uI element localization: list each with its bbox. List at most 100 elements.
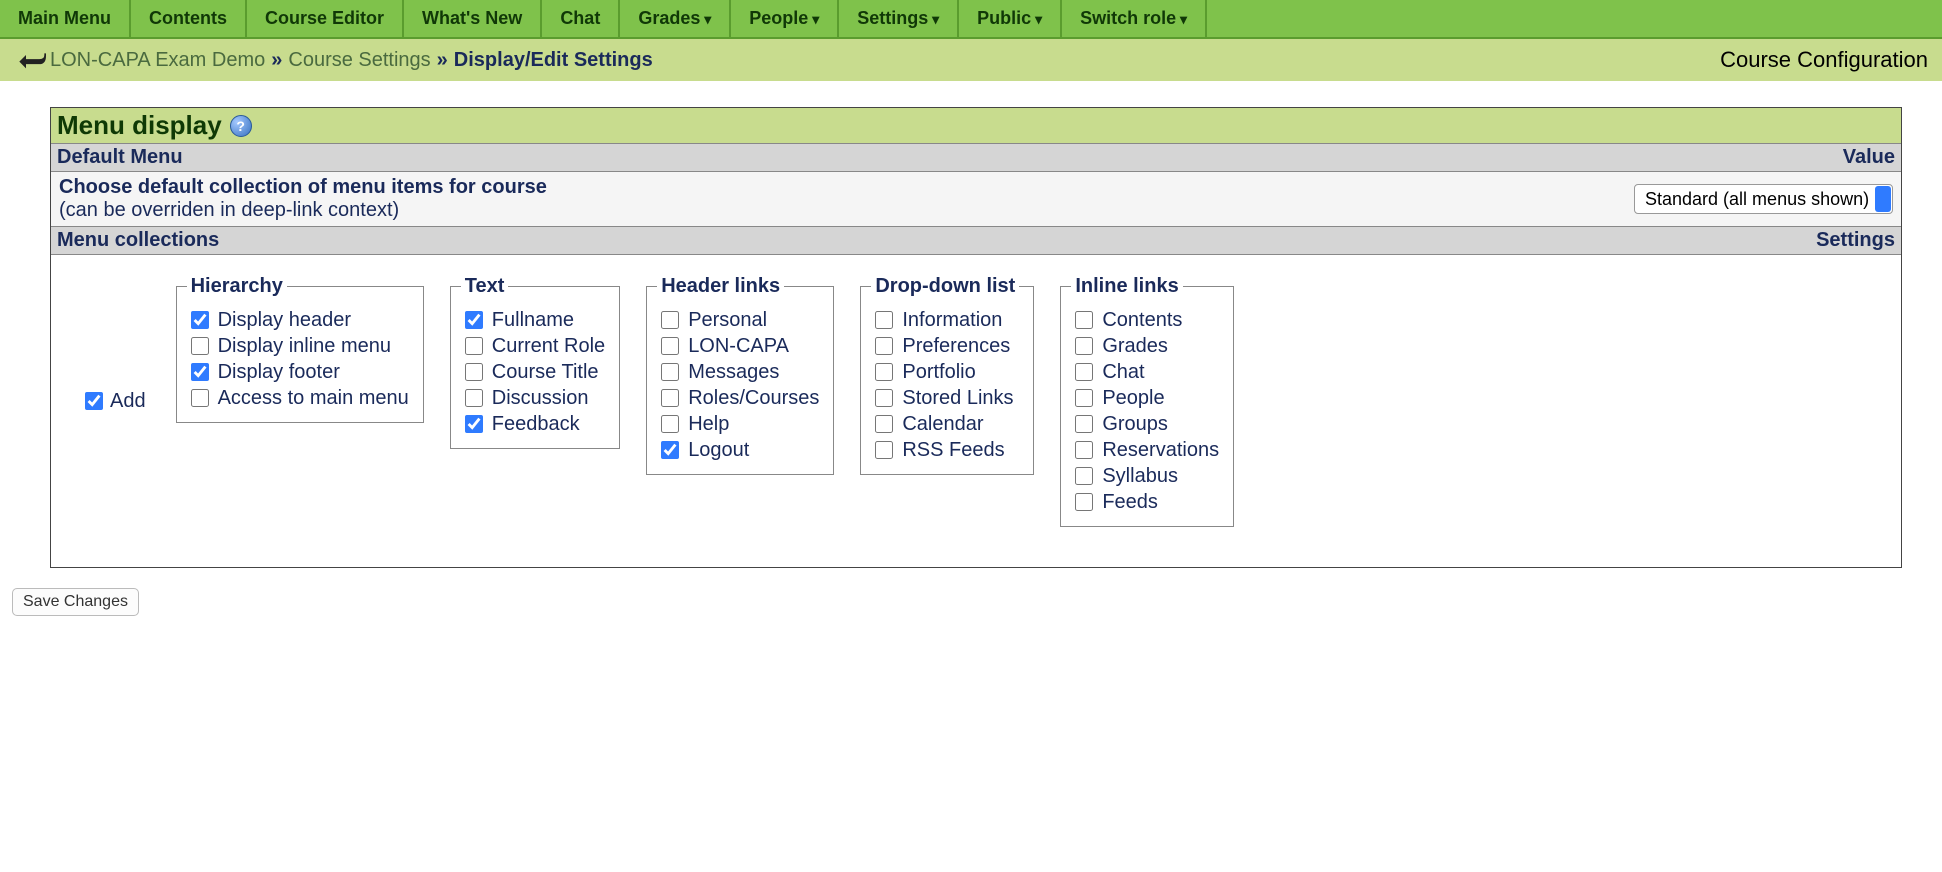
checkbox-row[interactable]: Grades bbox=[1071, 334, 1219, 358]
checkbox-help[interactable] bbox=[661, 415, 679, 433]
checkbox-row[interactable]: Feedback bbox=[461, 412, 605, 436]
checkbox-contents[interactable] bbox=[1075, 311, 1093, 329]
checkbox-row[interactable]: Stored Links bbox=[871, 386, 1019, 410]
checkbox-reservations[interactable] bbox=[1075, 441, 1093, 459]
checkbox-row[interactable]: Display header bbox=[187, 308, 409, 332]
add-checkbox[interactable] bbox=[85, 392, 103, 410]
checkbox-label: Chat bbox=[1102, 361, 1144, 384]
breadcrumb-link[interactable]: Course Settings bbox=[288, 49, 430, 71]
checkbox-syllabus[interactable] bbox=[1075, 467, 1093, 485]
checkbox-row[interactable]: Fullname bbox=[461, 308, 605, 332]
add-collection[interactable]: Add bbox=[71, 389, 156, 413]
checkbox-display-footer[interactable] bbox=[191, 363, 209, 381]
checkbox-people[interactable] bbox=[1075, 389, 1093, 407]
panel-title-row: Menu display ? bbox=[51, 108, 1901, 144]
checkbox-row[interactable]: Logout bbox=[657, 438, 819, 462]
checkbox-feedback[interactable] bbox=[465, 415, 483, 433]
default-menu-subdesc: (can be overriden in deep-link context) bbox=[59, 199, 547, 222]
menu-collections-header: Menu collections Settings bbox=[51, 227, 1901, 255]
checkbox-label: Portfolio bbox=[902, 361, 975, 384]
group-legend: Inline links bbox=[1071, 275, 1182, 298]
checkbox-roles-courses[interactable] bbox=[661, 389, 679, 407]
checkbox-row[interactable]: Discussion bbox=[461, 386, 605, 410]
checkbox-row[interactable]: Course Title bbox=[461, 360, 605, 384]
checkbox-access-to-main-menu[interactable] bbox=[191, 389, 209, 407]
menu-collections-header-right: Settings bbox=[1816, 229, 1895, 252]
checkbox-label: Access to main menu bbox=[218, 387, 409, 410]
nav-item-settings[interactable]: Settings bbox=[839, 0, 959, 37]
checkbox-fullname[interactable] bbox=[465, 311, 483, 329]
checkbox-current-role[interactable] bbox=[465, 337, 483, 355]
checkbox-label: LON-CAPA bbox=[688, 335, 789, 358]
checkbox-display-inline-menu[interactable] bbox=[191, 337, 209, 355]
checkbox-row[interactable]: People bbox=[1071, 386, 1219, 410]
checkbox-logout[interactable] bbox=[661, 441, 679, 459]
nav-item-course-editor[interactable]: Course Editor bbox=[247, 0, 404, 37]
nav-item-chat[interactable]: Chat bbox=[542, 0, 620, 37]
breadcrumb-bar: LON-CAPA Exam Demo»Course Settings» Disp… bbox=[0, 39, 1942, 81]
checkbox-information[interactable] bbox=[875, 311, 893, 329]
checkbox-label: Calendar bbox=[902, 413, 983, 436]
checkbox-row[interactable]: Feeds bbox=[1071, 490, 1219, 514]
checkbox-row[interactable]: Access to main menu bbox=[187, 386, 409, 410]
checkbox-row[interactable]: Help bbox=[657, 412, 819, 436]
default-menu-select[interactable]: Standard (all menus shown) bbox=[1634, 184, 1893, 214]
checkbox-course-title[interactable] bbox=[465, 363, 483, 381]
group-legend: Drop-down list bbox=[871, 275, 1019, 298]
checkbox-groups[interactable] bbox=[1075, 415, 1093, 433]
group-drop-down-list: Drop-down list InformationPreferences Port… bbox=[860, 275, 1034, 475]
checkbox-label: Discussion bbox=[492, 387, 589, 410]
checkbox-discussion[interactable] bbox=[465, 389, 483, 407]
checkbox-messages[interactable] bbox=[661, 363, 679, 381]
group-legend: Hierarchy bbox=[187, 275, 287, 298]
checkbox-row[interactable]: Syllabus bbox=[1071, 464, 1219, 488]
checkbox-rss-feeds[interactable] bbox=[875, 441, 893, 459]
checkbox-stored-links[interactable] bbox=[875, 389, 893, 407]
checkbox-row[interactable]: Portfolio bbox=[871, 360, 1019, 384]
nav-item-public[interactable]: Public bbox=[959, 0, 1062, 37]
default-menu-header-right: Value bbox=[1843, 146, 1895, 169]
checkbox-row[interactable]: Messages bbox=[657, 360, 819, 384]
nav-item-main-menu[interactable]: Main Menu bbox=[0, 0, 131, 37]
checkbox-label: Display header bbox=[218, 309, 351, 332]
breadcrumb-link[interactable]: LON-CAPA Exam Demo bbox=[50, 49, 265, 71]
checkbox-row[interactable]: Personal bbox=[657, 308, 819, 332]
checkbox-row[interactable]: Calendar bbox=[871, 412, 1019, 436]
nav-item-people[interactable]: People bbox=[731, 0, 839, 37]
checkbox-row[interactable]: Information bbox=[871, 308, 1019, 332]
checkbox-row[interactable]: Preferences bbox=[871, 334, 1019, 358]
nav-item-switch-role[interactable]: Switch role bbox=[1062, 0, 1207, 37]
checkbox-row[interactable]: Reservations bbox=[1071, 438, 1219, 462]
nav-item-contents[interactable]: Contents bbox=[131, 0, 247, 37]
nav-item-what-s-new[interactable]: What's New bbox=[404, 0, 542, 37]
default-menu-header-left: Default Menu bbox=[57, 146, 183, 169]
checkbox-row[interactable]: Chat bbox=[1071, 360, 1219, 384]
back-arrow-icon[interactable] bbox=[14, 50, 48, 70]
add-label: Add bbox=[110, 390, 146, 413]
breadcrumb-separator: » bbox=[265, 49, 288, 71]
checkbox-row[interactable]: RSS Feeds bbox=[871, 438, 1019, 462]
checkbox-chat[interactable] bbox=[1075, 363, 1093, 381]
checkbox-portfolio[interactable] bbox=[875, 363, 893, 381]
checkbox-label: Roles/Courses bbox=[688, 387, 819, 410]
nav-item-grades[interactable]: Grades bbox=[620, 0, 731, 37]
checkbox-row[interactable]: Roles/Courses bbox=[657, 386, 819, 410]
checkbox-row[interactable]: Display inline menu bbox=[187, 334, 409, 358]
checkbox-row[interactable]: Groups bbox=[1071, 412, 1219, 436]
checkbox-calendar[interactable] bbox=[875, 415, 893, 433]
checkbox-preferences[interactable] bbox=[875, 337, 893, 355]
checkbox-feeds[interactable] bbox=[1075, 493, 1093, 511]
checkbox-label: RSS Feeds bbox=[902, 439, 1004, 462]
checkbox-row[interactable]: Current Role bbox=[461, 334, 605, 358]
checkbox-display-header[interactable] bbox=[191, 311, 209, 329]
help-icon[interactable]: ? bbox=[230, 115, 252, 137]
group-legend: Header links bbox=[657, 275, 784, 298]
checkbox-personal[interactable] bbox=[661, 311, 679, 329]
panel-title: Menu display bbox=[57, 110, 222, 141]
checkbox-grades[interactable] bbox=[1075, 337, 1093, 355]
checkbox-row[interactable]: Display footer bbox=[187, 360, 409, 384]
checkbox-row[interactable]: Contents bbox=[1071, 308, 1219, 332]
checkbox-row[interactable]: LON-CAPA bbox=[657, 334, 819, 358]
save-changes-button[interactable]: Save Changes bbox=[12, 588, 139, 616]
checkbox-lon-capa[interactable] bbox=[661, 337, 679, 355]
